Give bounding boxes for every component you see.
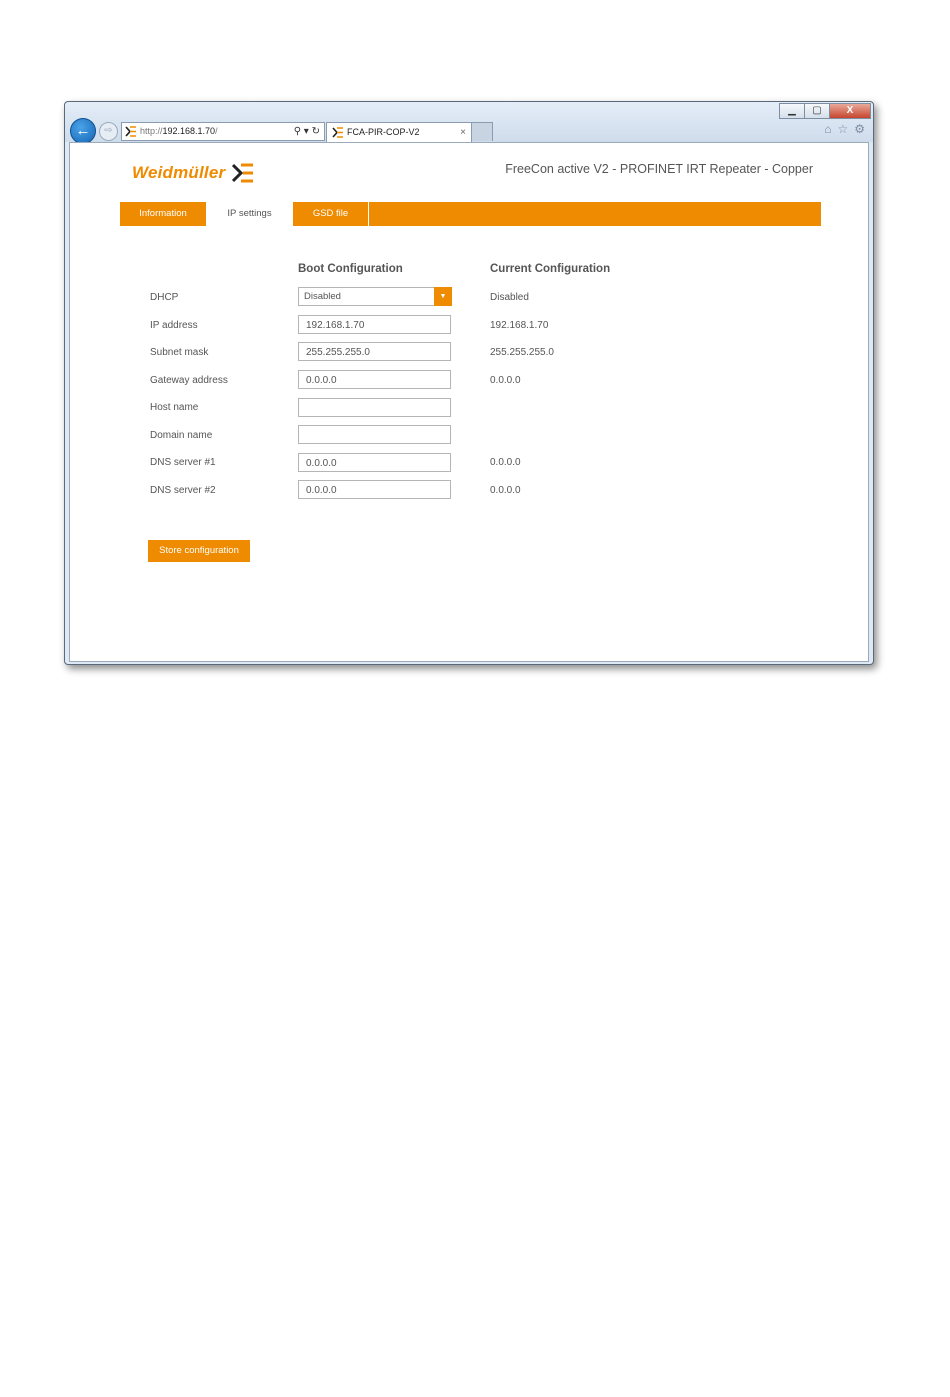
- weidmueller-favicon-icon: [332, 127, 343, 138]
- address-url: http://192.168.1.70/: [140, 123, 218, 140]
- dns-server-1-input[interactable]: 0.0.0.0: [298, 453, 451, 472]
- nav-bar-fill: [368, 202, 821, 226]
- maximize-button[interactable]: ▢: [804, 103, 830, 119]
- subnet-mask-label: Subnet mask: [150, 347, 209, 358]
- tab-gsd-file[interactable]: GSD file: [293, 202, 368, 226]
- web-page: Weidmüller FreeCon active V2 - PROFINET …: [69, 142, 869, 662]
- gear-icon[interactable]: ⚙: [854, 122, 865, 136]
- back-arrow-icon[interactable]: ←: [70, 118, 96, 144]
- ip-address-label: IP address: [150, 320, 198, 331]
- dhcp-current: Disabled: [490, 292, 529, 303]
- subnet-mask-input[interactable]: 255.255.255.0: [298, 342, 451, 361]
- dns-server-2-input[interactable]: 0.0.0.0: [298, 480, 451, 499]
- dns-server-1-label: DNS server #1: [150, 457, 216, 468]
- weidmueller-logo: Weidmüller: [132, 163, 254, 183]
- url-host: 192.168.1.70: [162, 126, 216, 136]
- main-nav: Information IP settings GSD file: [120, 202, 821, 226]
- dhcp-selected-value: Disabled: [304, 291, 341, 302]
- host-name-label: Host name: [150, 402, 199, 413]
- browser-toolbar-icons: ⌂ ☆ ⚙: [824, 122, 865, 136]
- weidmueller-favicon-icon: [125, 126, 136, 137]
- new-tab-button[interactable]: [471, 122, 493, 141]
- minimize-button[interactable]: ▁: [779, 103, 805, 119]
- weidmueller-logo-icon: [232, 163, 254, 183]
- dhcp-select[interactable]: Disabled ▼: [298, 287, 452, 306]
- dns-server-2-current: 0.0.0.0: [490, 485, 521, 496]
- browser-chrome: ▁ ▢ X ← ⇨ http://192.168.1.70/ ⚲ ▾ ↻ FCA…: [65, 102, 873, 144]
- gateway-address-current: 0.0.0.0: [490, 375, 521, 386]
- logo-text: Weidmüller: [132, 163, 226, 182]
- address-bar[interactable]: http://192.168.1.70/ ⚲ ▾ ↻: [121, 122, 325, 141]
- dns-server-2-label: DNS server #2: [150, 485, 216, 496]
- ip-address-current: 192.168.1.70: [490, 320, 549, 331]
- browser-window: ▁ ▢ X ← ⇨ http://192.168.1.70/ ⚲ ▾ ↻ FCA…: [64, 101, 874, 665]
- gateway-address-input[interactable]: 0.0.0.0: [298, 370, 451, 389]
- dhcp-label: DHCP: [150, 292, 179, 303]
- current-config-header: Current Configuration: [490, 263, 611, 275]
- refresh-icon[interactable]: ↻: [312, 126, 320, 137]
- tab-information[interactable]: Information: [120, 202, 206, 226]
- search-icon[interactable]: ⚲: [294, 126, 301, 137]
- window-controls: ▁ ▢ X: [779, 103, 871, 119]
- dropdown-icon[interactable]: ▾: [304, 126, 309, 137]
- store-configuration-button[interactable]: Store configuration: [148, 540, 250, 562]
- home-icon[interactable]: ⌂: [824, 122, 831, 136]
- forward-arrow-icon[interactable]: ⇨: [99, 122, 118, 141]
- tab-close-icon[interactable]: ×: [460, 123, 466, 142]
- host-name-input[interactable]: [298, 398, 451, 417]
- gateway-address-label: Gateway address: [150, 375, 228, 386]
- browser-tab[interactable]: FCA-PIR-COP-V2 ×: [326, 122, 472, 142]
- domain-name-label: Domain name: [150, 430, 213, 441]
- product-title: FreeCon active V2 - PROFINET IRT Repeate…: [505, 162, 813, 176]
- ip-address-input[interactable]: 192.168.1.70: [298, 315, 451, 334]
- address-tools: ⚲ ▾ ↻: [294, 123, 320, 140]
- domain-name-input[interactable]: [298, 425, 451, 444]
- chevron-down-icon[interactable]: ▼: [434, 287, 452, 306]
- url-path: /: [215, 126, 218, 136]
- star-icon[interactable]: ☆: [837, 122, 848, 136]
- boot-config-header: Boot Configuration: [298, 263, 403, 275]
- dns-server-1-current: 0.0.0.0: [490, 457, 521, 468]
- url-scheme: http://: [140, 126, 163, 136]
- close-window-button[interactable]: X: [829, 103, 871, 119]
- subnet-mask-current: 255.255.255.0: [490, 347, 554, 358]
- tab-title: FCA-PIR-COP-V2: [347, 127, 420, 137]
- tab-ip-settings[interactable]: IP settings: [207, 202, 292, 226]
